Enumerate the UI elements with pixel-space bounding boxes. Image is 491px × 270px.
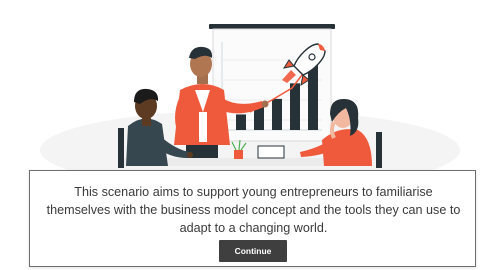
- presentation-board: [209, 24, 335, 142]
- cup-icon: [234, 150, 243, 159]
- chart-bar: [290, 83, 300, 130]
- chart-bar: [236, 114, 246, 130]
- chart-bar: [272, 98, 282, 130]
- scenario-intro-screen: This scenario aims to support young entr…: [0, 0, 491, 270]
- continue-button[interactable]: Continue: [219, 240, 287, 262]
- scenario-description: This scenario aims to support young entr…: [46, 185, 461, 235]
- laptop-icon: [257, 145, 285, 159]
